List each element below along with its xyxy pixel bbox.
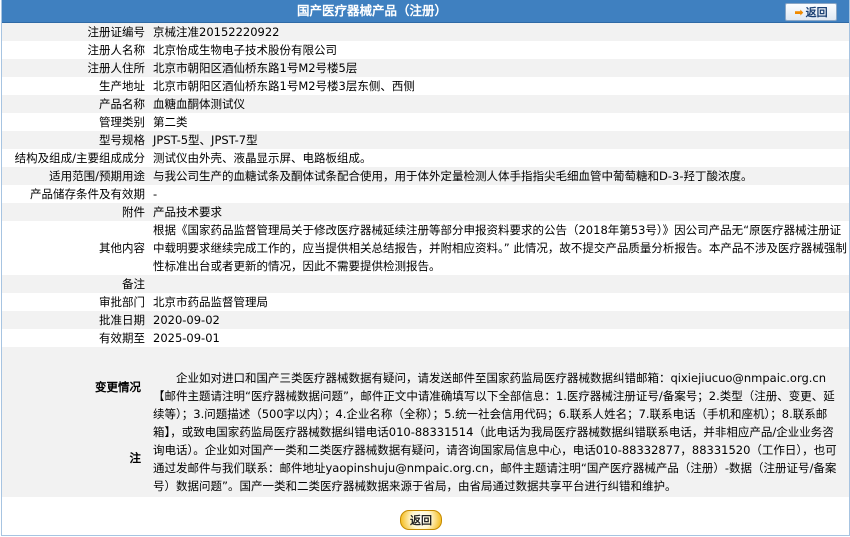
row-value: 2025-09-01 [149, 329, 849, 347]
row-registrant-address: 注册人住所 北京市朝阳区酒仙桥东路1号M2号楼5层 [2, 59, 849, 77]
row-value: 北京市药品监督管理局 [149, 293, 849, 311]
row-label: 批准日期 [2, 311, 149, 329]
header-bar: 国产医疗器械产品（注册） ➡ 返回 [2, 0, 849, 23]
row-value: 产品技术要求 [149, 203, 849, 221]
row-label: 注册人名称 [2, 41, 149, 59]
back-button-bottom-label: 返回 [400, 510, 442, 530]
row-label: 附件 [2, 203, 149, 221]
row-label: 生产地址 [2, 77, 149, 95]
row-value: 测试仪由外壳、液晶显示屏、电路板组成。 [149, 149, 849, 167]
row-remarks: 备注 [2, 275, 849, 293]
row-label: 注册人住所 [2, 59, 149, 77]
back-button-bottom[interactable]: 返回 [398, 509, 444, 531]
back-button-label: 返回 [805, 6, 828, 19]
note-text: 企业如对进口和国产三类医疗器械数据有疑问，请发送邮件至国家药监局医疗器械数据纠错… [153, 371, 837, 493]
row-approval-date: 批准日期 2020-09-02 [2, 311, 849, 329]
row-label: 注册证编号 [2, 23, 149, 41]
row-management-category: 管理类别 第二类 [2, 113, 849, 131]
note-value-cell: 企业如对进口和国产三类医疗器械数据有疑问，请发送邮件至国家药监局医疗器械数据纠错… [149, 347, 849, 497]
row-approval-dept: 审批部门 北京市药品监督管理局 [2, 293, 849, 311]
row-storage: 产品储存条件及有效期 - [2, 185, 849, 203]
row-value: 北京怡成生物电子技术股份有限公司 [149, 41, 849, 59]
note-label-cell: 变更情况 注 [2, 347, 149, 497]
note-label: 注 [129, 451, 142, 465]
row-label: 有效期至 [2, 329, 149, 347]
row-label: 结构及组成/主要组成成分 [2, 149, 149, 167]
row-product-name: 产品名称 血糖血酮体测试仪 [2, 95, 849, 113]
row-label: 管理类别 [2, 113, 149, 131]
row-label: 其他内容 [2, 221, 149, 275]
row-label: 适用范围/预期用途 [2, 167, 149, 185]
row-label: 备注 [2, 275, 149, 293]
row-label: 型号规格 [2, 131, 149, 149]
page-title: 国产医疗器械产品（注册） [296, 3, 447, 18]
row-value: JPST-5型、JPST-7型 [149, 131, 849, 149]
row-value: 根据《国家药品监督管理局关于修改医疗器械延续注册等部分申报资料要求的公告（201… [149, 221, 849, 275]
row-label: 产品储存条件及有效期 [2, 185, 149, 203]
detail-panel: 国产医疗器械产品（注册） ➡ 返回 注册证编号 京械注准20152220922 … [1, 0, 850, 536]
row-registrant-name: 注册人名称 北京怡成生物电子技术股份有限公司 [2, 41, 849, 59]
row-model-spec: 型号规格 JPST-5型、JPST-7型 [2, 131, 849, 149]
row-value: - [149, 185, 849, 203]
row-value: 2020-09-02 [149, 311, 849, 329]
arrow-right-icon: ➡ [794, 5, 804, 19]
row-label: 审批部门 [2, 293, 149, 311]
row-valid-until: 有效期至 2025-09-01 [2, 329, 849, 347]
row-label: 产品名称 [2, 95, 149, 113]
row-change-and-note: 变更情况 注 企业如对进口和国产三类医疗器械数据有疑问，请发送邮件至国家药监局医… [2, 347, 849, 497]
row-other-content: 其他内容 根据《国家药品监督管理局关于修改医疗器械延续注册等部分申报资料要求的公… [2, 221, 849, 275]
change-label: 变更情况 [95, 380, 141, 394]
row-value: 北京市朝阳区酒仙桥东路1号M2号楼3层东侧、西侧 [149, 77, 849, 95]
row-intended-use: 适用范围/预期用途 与我公司生产的血糖试条及酮体试条配合使用，用于体外定量检测人… [2, 167, 849, 185]
row-value: 第二类 [149, 113, 849, 131]
row-attachment: 附件 产品技术要求 [2, 203, 849, 221]
row-value: 与我公司生产的血糖试条及酮体试条配合使用，用于体外定量检测人体手指指尖毛细血管中… [149, 167, 849, 185]
row-value [149, 275, 849, 293]
info-table: 注册证编号 京械注准20152220922 注册人名称 北京怡成生物电子技术股份… [2, 23, 849, 497]
row-value: 北京市朝阳区酒仙桥东路1号M2号楼5层 [149, 59, 849, 77]
row-value: 血糖血酮体测试仪 [149, 95, 849, 113]
row-structure: 结构及组成/主要组成成分 测试仪由外壳、液晶显示屏、电路板组成。 [2, 149, 849, 167]
row-registration-number: 注册证编号 京械注准20152220922 [2, 23, 849, 41]
row-production-address: 生产地址 北京市朝阳区酒仙桥东路1号M2号楼3层东侧、西侧 [2, 77, 849, 95]
row-value: 京械注准20152220922 [149, 23, 849, 41]
back-button-top[interactable]: ➡ 返回 [785, 3, 837, 21]
